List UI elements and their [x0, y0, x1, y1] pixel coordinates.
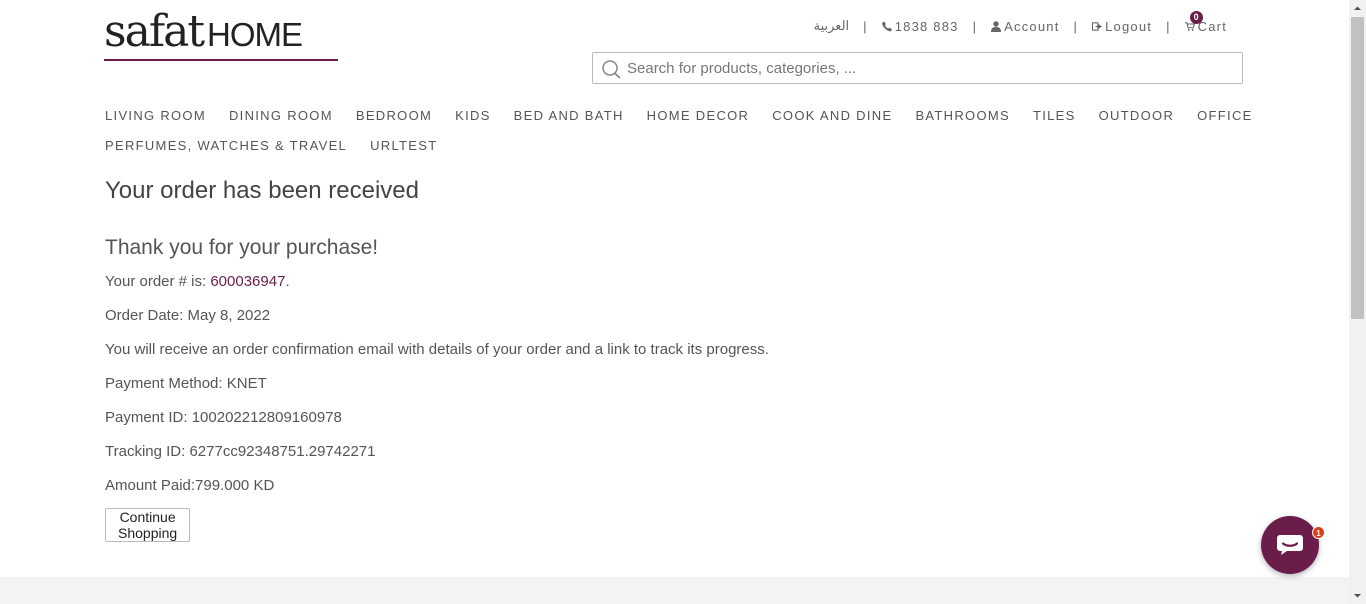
search-input[interactable]: [623, 53, 1242, 83]
logo-brand: safat: [104, 6, 205, 57]
cart-link[interactable]: 0 Cart: [1184, 10, 1227, 34]
phone-icon: [881, 21, 892, 31]
chat-notification-badge: 1: [1312, 526, 1325, 539]
nav-item-office[interactable]: OFFICE: [1197, 108, 1252, 123]
top-links: العربية | 1838 883 | Account | Logout | …: [814, 10, 1227, 35]
page-title: Your order has been received: [105, 177, 419, 204]
amount-paid: Amount Paid:799.000 KD: [105, 477, 275, 494]
nav-item-dining-room[interactable]: DINING ROOM: [229, 108, 333, 123]
order-number-line: Your order # is: 600036947.: [105, 273, 290, 290]
nav-row-1: LIVING ROOM DINING ROOM BEDROOM KIDS BED…: [105, 100, 1251, 130]
nav-item-home-decor[interactable]: HOME DECOR: [647, 108, 750, 123]
nav-item-cook-and-dine[interactable]: COOK AND DINE: [772, 108, 892, 123]
nav-item-urltest[interactable]: URLTEST: [370, 138, 437, 153]
order-number-label: Your order # is:: [105, 273, 211, 290]
payment-id: Payment ID: 100202212809160978: [105, 409, 342, 426]
confirmation-message: You will receive an order confirmation e…: [105, 341, 769, 358]
phone-number: 1838 883: [894, 18, 959, 34]
tracking-id: Tracking ID: 6277cc92348751.29742271: [105, 443, 376, 460]
payment-method: Payment Method: KNET: [105, 375, 267, 392]
nav-item-bathrooms[interactable]: BATHROOMS: [915, 108, 1010, 123]
cart-count-badge: 0: [1189, 10, 1203, 24]
site-logo[interactable]: safat HOME: [104, 10, 338, 62]
order-date: Order Date: May 8, 2022: [105, 307, 271, 324]
vertical-scrollbar[interactable]: [1349, 0, 1366, 604]
order-number-suffix: .: [285, 273, 290, 290]
logo-home: HOME: [207, 16, 303, 53]
thank-you-heading: Thank you for your purchase!: [105, 236, 379, 259]
account-link[interactable]: Account: [991, 19, 1059, 34]
page: safat HOME العربية | 1838 883 | Account |…: [0, 0, 1349, 604]
logout-icon: [1092, 21, 1103, 31]
nav-item-bedroom[interactable]: BEDROOM: [356, 108, 432, 123]
account-label: Account: [1004, 18, 1060, 34]
scroll-down-arrow-icon[interactable]: [1349, 587, 1366, 604]
search-icon: [602, 60, 621, 79]
continue-shopping-button[interactable]: Continue Shopping: [105, 508, 191, 542]
language-link[interactable]: العربية: [814, 18, 850, 34]
user-icon: [991, 20, 1002, 32]
chat-icon: [1277, 535, 1303, 555]
footer: [0, 577, 1349, 604]
nav-item-living-room[interactable]: LIVING ROOM: [105, 108, 206, 123]
separator: |: [1166, 18, 1171, 34]
nav-row-2: PERFUMES, WATCHES & TRAVEL URLTEST: [105, 130, 1215, 160]
logo-underline: [104, 59, 338, 61]
separator: |: [863, 18, 868, 34]
chat-button[interactable]: [1261, 516, 1319, 574]
nav-item-perfumes-watches-travel[interactable]: PERFUMES, WATCHES & TRAVEL: [105, 138, 347, 153]
nav-item-kids[interactable]: KIDS: [455, 108, 491, 123]
language-label: العربية: [813, 18, 850, 33]
nav-item-outdoor[interactable]: OUTDOOR: [1099, 108, 1175, 123]
search-bar: [592, 52, 1243, 84]
separator: |: [1073, 18, 1079, 34]
scrollbar-thumb[interactable]: [1351, 17, 1364, 319]
logout-link[interactable]: Logout: [1092, 19, 1152, 34]
main-nav: LIVING ROOM DINING ROOM BEDROOM KIDS BED…: [105, 100, 1251, 160]
order-number-link[interactable]: 600036947: [210, 273, 285, 290]
nav-item-tiles[interactable]: TILES: [1033, 108, 1076, 123]
phone-link[interactable]: 1838 883: [881, 18, 959, 34]
separator: |: [972, 18, 978, 34]
nav-item-bed-and-bath[interactable]: BED AND BATH: [514, 108, 624, 123]
logout-label: Logout: [1105, 18, 1153, 34]
scroll-up-arrow-icon[interactable]: [1349, 0, 1366, 17]
